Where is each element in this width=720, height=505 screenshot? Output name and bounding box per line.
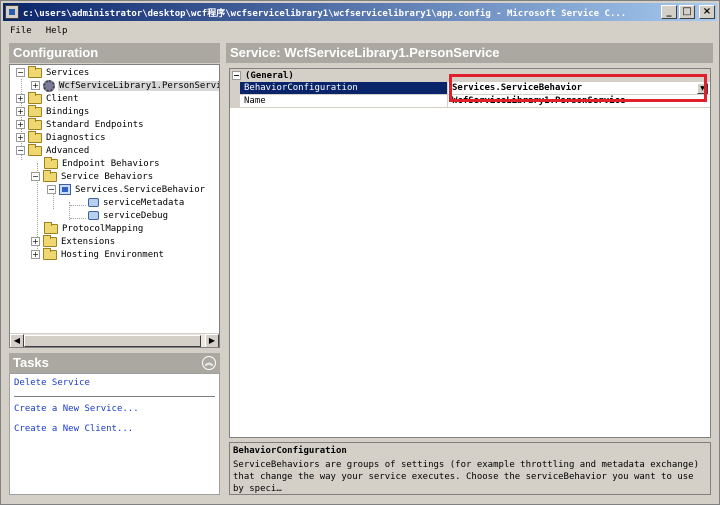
maximize-button[interactable]: □ (679, 5, 695, 19)
tree-item-label: Standard Endpoints (46, 119, 144, 130)
create-new-service-link[interactable]: Create a New Service... (14, 404, 139, 414)
collapse-icon[interactable]: − (232, 71, 241, 80)
collapse-chevron-icon[interactable]: ︽ (202, 356, 216, 370)
folder-icon (28, 65, 42, 78)
tasks-panel: Delete Service Create a New Service... C… (9, 373, 220, 495)
minimize-button[interactable]: _ (661, 5, 677, 19)
task-divider (14, 396, 215, 397)
folder-icon (28, 117, 42, 130)
tree-item-label: Bindings (46, 106, 90, 117)
tree-item-label: Client (46, 93, 79, 104)
tree-horizontal-scrollbar[interactable]: ◀ ▶ (10, 333, 219, 347)
tree-item-services[interactable]: − Services (16, 65, 90, 79)
configuration-tree[interactable]: − Services + WcfServiceLibrary1.PersonSe… (9, 64, 220, 348)
description-title: BehaviorConfiguration (233, 446, 347, 456)
collapse-icon[interactable]: − (31, 172, 40, 181)
delete-service-link[interactable]: Delete Service (14, 378, 90, 388)
expand-icon[interactable]: + (16, 94, 25, 103)
menu-file[interactable]: File (3, 23, 39, 39)
tree-item-hosting-environment[interactable]: + Hosting Environment (31, 247, 165, 261)
description-text: ServiceBehaviors are groups of settings … (233, 460, 699, 494)
tree-item-label: Endpoint Behaviors (62, 158, 160, 169)
folder-icon (28, 130, 42, 143)
tasks-header: Tasks ︽ (9, 353, 220, 373)
tree-item-diagnostics[interactable]: + Diagnostics (16, 130, 107, 144)
folder-icon (43, 169, 57, 182)
property-grid[interactable]: − (General) BehaviorConfiguration Servic… (229, 68, 711, 438)
folder-icon (43, 234, 57, 247)
grid-margin (230, 82, 240, 108)
service-header: Service: WcfServiceLibrary1.PersonServic… (226, 43, 713, 63)
grid-category-label: (General) (245, 70, 294, 81)
property-key: BehaviorConfiguration (240, 82, 448, 94)
menu-help[interactable]: Help (39, 23, 75, 39)
tree-item-label: serviceDebug (103, 210, 169, 221)
tree-item-label: serviceMetadata (103, 197, 185, 208)
tree-item-person-service[interactable]: + WcfServiceLibrary1.PersonService (31, 79, 219, 92)
expand-icon[interactable]: + (16, 133, 25, 142)
element-icon (88, 211, 99, 220)
app-window: c:\users\administrator\desktop\wcf程序\wcf… (0, 0, 720, 505)
folder-icon (28, 143, 42, 156)
tree-line (70, 205, 86, 206)
expand-icon[interactable]: + (16, 107, 25, 116)
service-gear-icon (43, 79, 55, 92)
title-bar[interactable]: c:\users\administrator\desktop\wcf程序\wcf… (3, 3, 717, 21)
menu-bar: File Help (3, 22, 717, 40)
tree-item-service-behaviors[interactable]: − Service Behaviors (31, 169, 154, 183)
scroll-left-icon[interactable]: ◀ (10, 334, 24, 347)
behavior-icon (59, 184, 71, 195)
collapse-icon[interactable]: − (16, 146, 25, 155)
tree-item-label: Diagnostics (46, 132, 106, 143)
expand-icon[interactable]: + (31, 237, 40, 246)
element-icon (88, 198, 99, 207)
tree-item-label: Advanced (46, 145, 90, 156)
tree-item-services-servicebehavior[interactable]: − Services.ServiceBehavior (47, 183, 206, 196)
folder-icon (28, 104, 42, 117)
property-description: BehaviorConfiguration ServiceBehaviors a… (229, 442, 711, 495)
folder-icon (44, 156, 58, 169)
tree-item-bindings[interactable]: + Bindings (16, 104, 90, 118)
configuration-header: Configuration (9, 43, 220, 63)
window-title: c:\users\administrator\desktop\wcf程序\wcf… (23, 8, 627, 19)
folder-icon (43, 247, 57, 260)
tasks-title: Tasks (13, 355, 49, 370)
folder-icon (28, 91, 42, 104)
scroll-right-icon[interactable]: ▶ (205, 334, 219, 347)
tree-item-label: Hosting Environment (61, 249, 164, 260)
tree-item-label: Services.ServiceBehavior (75, 184, 206, 195)
tree-item-protocol-mapping[interactable]: ProtocolMapping (44, 221, 144, 235)
tree-item-label: WcfServiceLibrary1.PersonService (58, 80, 219, 91)
tree-item-standard-endpoints[interactable]: + Standard Endpoints (16, 117, 145, 131)
tree-item-label: Extensions (61, 236, 116, 247)
app-icon (5, 5, 19, 19)
collapse-icon[interactable]: − (16, 68, 25, 77)
property-key: Name (240, 95, 448, 107)
close-button[interactable]: × (699, 5, 715, 19)
tree-item-service-metadata[interactable]: serviceMetadata (88, 196, 185, 209)
tree-line (70, 218, 86, 219)
tree-item-label: Service Behaviors (61, 171, 154, 182)
tree-item-endpoint-behaviors[interactable]: Endpoint Behaviors (44, 156, 161, 170)
tree-item-label: Services (46, 67, 90, 78)
create-new-client-link[interactable]: Create a New Client... (14, 424, 133, 434)
tree-item-label: ProtocolMapping (62, 223, 144, 234)
tree-item-extensions[interactable]: + Extensions (31, 234, 116, 248)
expand-icon[interactable]: + (31, 81, 40, 90)
tree-item-service-debug[interactable]: serviceDebug (88, 209, 169, 222)
scroll-thumb[interactable] (24, 335, 201, 347)
collapse-icon[interactable]: − (47, 185, 56, 194)
expand-icon[interactable]: + (31, 250, 40, 259)
annotation-highlight-box (449, 74, 707, 102)
expand-icon[interactable]: + (16, 120, 25, 129)
folder-icon (44, 221, 58, 234)
tree-item-client[interactable]: + Client (16, 91, 80, 105)
tree-item-advanced[interactable]: − Advanced (16, 143, 90, 157)
